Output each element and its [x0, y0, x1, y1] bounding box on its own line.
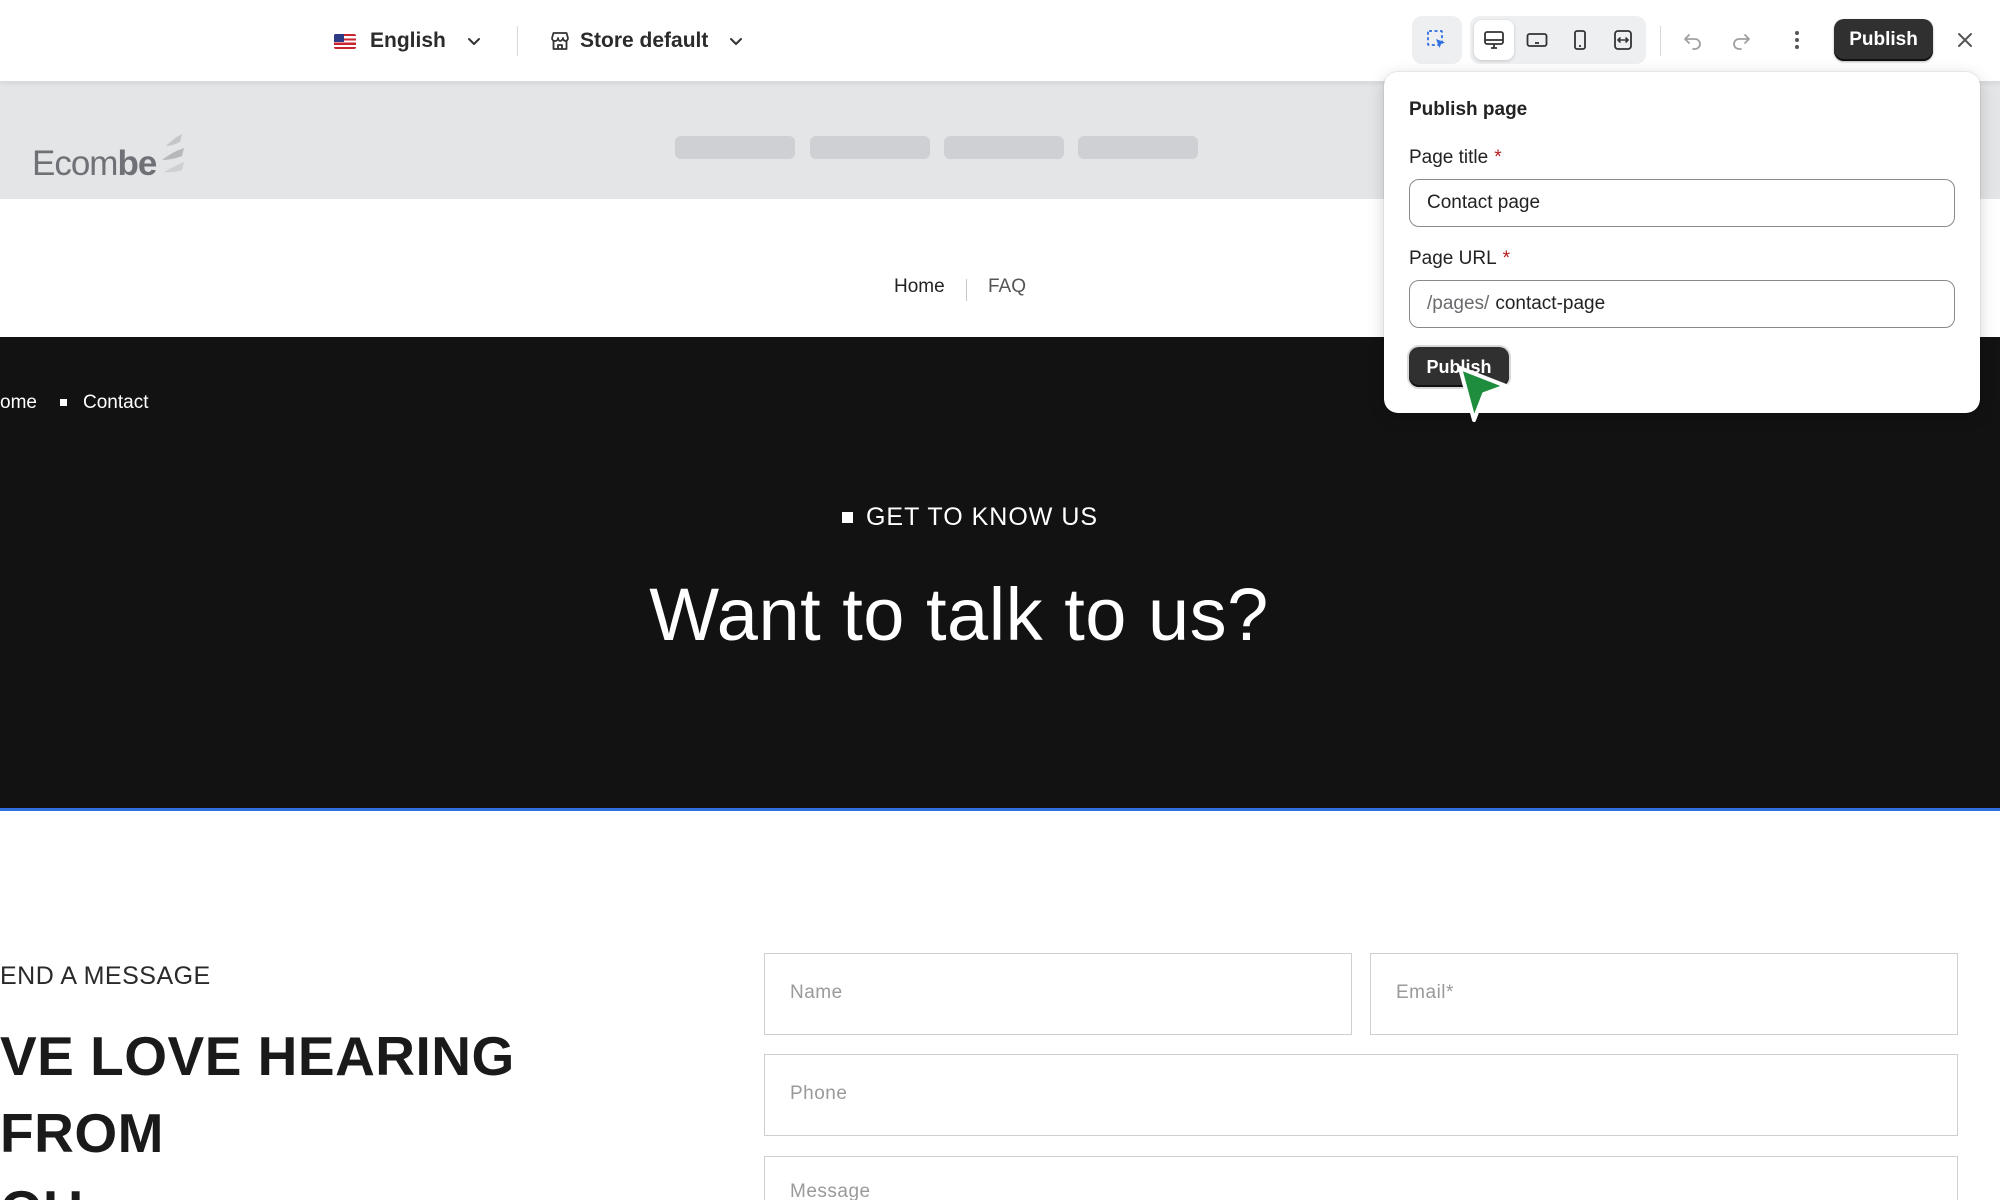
nav-placeholder	[810, 136, 930, 159]
logo-text: Ecom	[32, 144, 118, 183]
breadcrumb-current: Contact	[83, 392, 149, 413]
name-placeholder: Name	[790, 982, 843, 1003]
select-element-button[interactable]	[1417, 20, 1457, 60]
message-placeholder: Message	[790, 1181, 871, 1200]
redo-button[interactable]	[1721, 20, 1761, 60]
page-url-value: contact-page	[1495, 293, 1606, 314]
editor-toolbar: English Store default Publish	[0, 0, 2000, 82]
close-icon	[1958, 33, 1972, 47]
store-selector[interactable]: Store default	[548, 24, 746, 58]
hero-eyebrow-text: GET TO KNOW US	[865, 503, 1099, 531]
nav-placeholder	[1078, 136, 1198, 159]
select-element-icon	[1427, 30, 1445, 48]
email-input[interactable]: Email*	[1370, 953, 1958, 1035]
required-mark: *	[1494, 147, 1502, 168]
breadcrumb-home[interactable]: ome	[0, 392, 37, 414]
popover-title: Publish page	[1409, 99, 1528, 120]
email-placeholder: Email*	[1396, 982, 1454, 1003]
contact-title: VE LOVE HEARING FROM OU	[0, 1018, 640, 1200]
redo-icon	[1733, 34, 1750, 50]
mobile-view-icon	[1574, 30, 1586, 50]
page-title-label-text: Page title	[1409, 147, 1489, 168]
logo-mark-icon	[162, 134, 185, 173]
chevron-down-icon	[467, 38, 480, 45]
publish-page-popover: Publish page Page title * Contact page Pa…	[1384, 72, 1980, 413]
phone-input[interactable]: Phone	[764, 1054, 1958, 1136]
hero-eyebrow: GET TO KNOW US	[0, 503, 1940, 532]
store-label: Store default	[580, 29, 709, 52]
fit-width-icon	[1614, 30, 1632, 50]
page-title-input[interactable]: Contact page	[1409, 179, 1955, 227]
mouse-cursor-icon	[1458, 366, 1508, 422]
page-title-value: Contact page	[1427, 192, 1541, 213]
square-bullet-icon	[841, 512, 853, 523]
subnav-home-link[interactable]: Home	[894, 276, 945, 298]
more-options-button[interactable]	[1777, 20, 1817, 60]
undo-button[interactable]	[1673, 20, 1713, 60]
phone-placeholder: Phone	[790, 1083, 848, 1104]
page-url-input[interactable]: /pages/ contact-page	[1409, 280, 1955, 328]
toolbar-publish-button[interactable]: Publish	[1834, 19, 1933, 61]
contact-eyebrow: END A MESSAGE	[0, 962, 211, 990]
page-url-label: Page URL *	[1409, 248, 1510, 270]
hero-title: Want to talk to us?	[649, 573, 1269, 656]
close-editor-button[interactable]	[1945, 20, 1985, 60]
page-url-prefix: /pages/	[1427, 293, 1490, 314]
contact-title-line1: VE LOVE HEARING FROM	[0, 1025, 515, 1164]
toolbar-divider	[517, 26, 518, 56]
chevron-down-icon	[730, 38, 743, 45]
desktop-view-icon	[1484, 31, 1504, 49]
nav-placeholder	[944, 136, 1064, 159]
toolbar-divider	[1660, 26, 1661, 56]
required-mark: *	[1502, 248, 1511, 269]
undo-icon	[1684, 34, 1701, 50]
tablet-landscape-view-button[interactable]	[1517, 20, 1557, 60]
store-icon	[551, 32, 569, 50]
contact-title-line2: OU	[0, 1179, 84, 1200]
breadcrumb-separator	[60, 399, 67, 406]
desktop-view-button[interactable]	[1474, 20, 1514, 60]
store-logo[interactable]: Ecom be	[32, 132, 186, 184]
name-input[interactable]: Name	[764, 953, 1352, 1035]
nav-placeholder	[675, 136, 795, 159]
us-flag-icon	[334, 33, 356, 49]
page-title-label: Page title *	[1409, 147, 1502, 169]
subnav-divider	[966, 279, 967, 301]
mobile-view-button[interactable]	[1560, 20, 1600, 60]
language-label: English	[370, 29, 446, 52]
viewport-tool-group	[1470, 16, 1646, 64]
language-selector[interactable]: English	[334, 24, 484, 58]
subnav-faq-link[interactable]: FAQ	[988, 276, 1026, 298]
more-options-icon	[1795, 31, 1799, 49]
tablet-view-icon	[1526, 33, 1548, 47]
message-textarea[interactable]: Message	[764, 1156, 1958, 1200]
select-tool-group	[1412, 16, 1462, 64]
page-url-label-text: Page URL	[1409, 248, 1497, 269]
fit-width-button[interactable]	[1603, 20, 1643, 60]
logo-text-bold: be	[117, 144, 157, 183]
